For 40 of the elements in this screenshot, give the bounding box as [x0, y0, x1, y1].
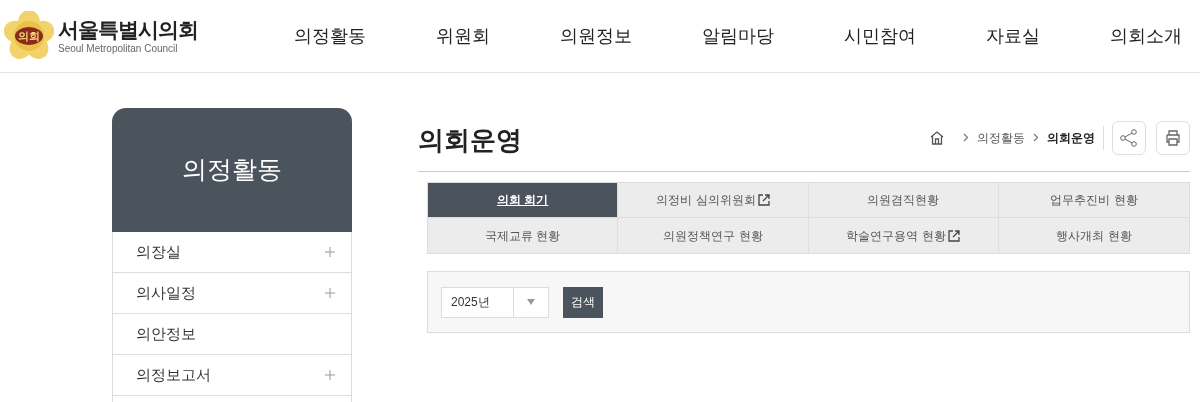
tab[interactable]: 의정비 심의위원회 — [618, 183, 809, 218]
external-link-icon — [947, 229, 960, 242]
breadcrumb-link[interactable]: 의정활동 — [977, 128, 1025, 147]
share-button[interactable] — [1112, 120, 1146, 155]
tab[interactable]: 의회 회기 — [428, 183, 619, 218]
tab[interactable]: 의원정책연구 현황 — [618, 218, 809, 253]
sidebar-heading: 의정활동 — [112, 108, 352, 232]
nav-link[interactable]: 시민참여 — [844, 22, 916, 50]
nav-link[interactable]: 의회소개 — [1110, 22, 1182, 50]
tab[interactable]: 학술연구용역 현황 — [808, 218, 999, 253]
nav-link[interactable]: 의정활동 — [294, 22, 366, 50]
plus-icon — [325, 370, 335, 380]
sidebar-item[interactable]: 의장실 — [113, 232, 351, 273]
tab[interactable]: 국제교류 현황 — [428, 218, 619, 253]
year-select[interactable]: 2025년 — [441, 286, 549, 318]
breadcrumb-link[interactable]: 의회운영 — [1047, 128, 1095, 147]
tab[interactable]: 업무추진비 현황 — [998, 183, 1189, 218]
external-link-icon — [757, 194, 770, 206]
home-icon[interactable] — [929, 129, 945, 146]
logo-subtitle: Seoul Metropolitan Council — [58, 42, 179, 56]
nav-link[interactable]: 위원회 — [436, 22, 490, 50]
print-button[interactable] — [1156, 120, 1190, 155]
chevron-icon — [963, 133, 969, 142]
page-title: 의회운영 — [418, 124, 522, 157]
plus-icon — [325, 288, 335, 298]
sidebar-item[interactable]: 의사일정 — [113, 273, 351, 314]
sidebar-item[interactable]: 의안정보 — [113, 314, 351, 355]
dropdown-caret-icon — [527, 299, 535, 305]
search-button[interactable]: 검색 — [563, 286, 603, 318]
tab[interactable]: 의원겸직현황 — [808, 183, 999, 218]
nav-link[interactable]: 자료실 — [986, 22, 1040, 50]
tab[interactable]: 행사개최 현황 — [998, 218, 1189, 253]
print-icon — [1163, 127, 1183, 148]
logo-title: 서울특별시의회 — [58, 16, 198, 43]
plus-icon — [325, 247, 335, 257]
share-icon — [1119, 127, 1139, 148]
sidebar-item[interactable]: 의정보고서 — [113, 355, 351, 396]
nav-link[interactable]: 알림마당 — [702, 22, 774, 50]
nav-link[interactable]: 의원정보 — [560, 22, 632, 50]
chevron-icon — [1033, 133, 1039, 142]
